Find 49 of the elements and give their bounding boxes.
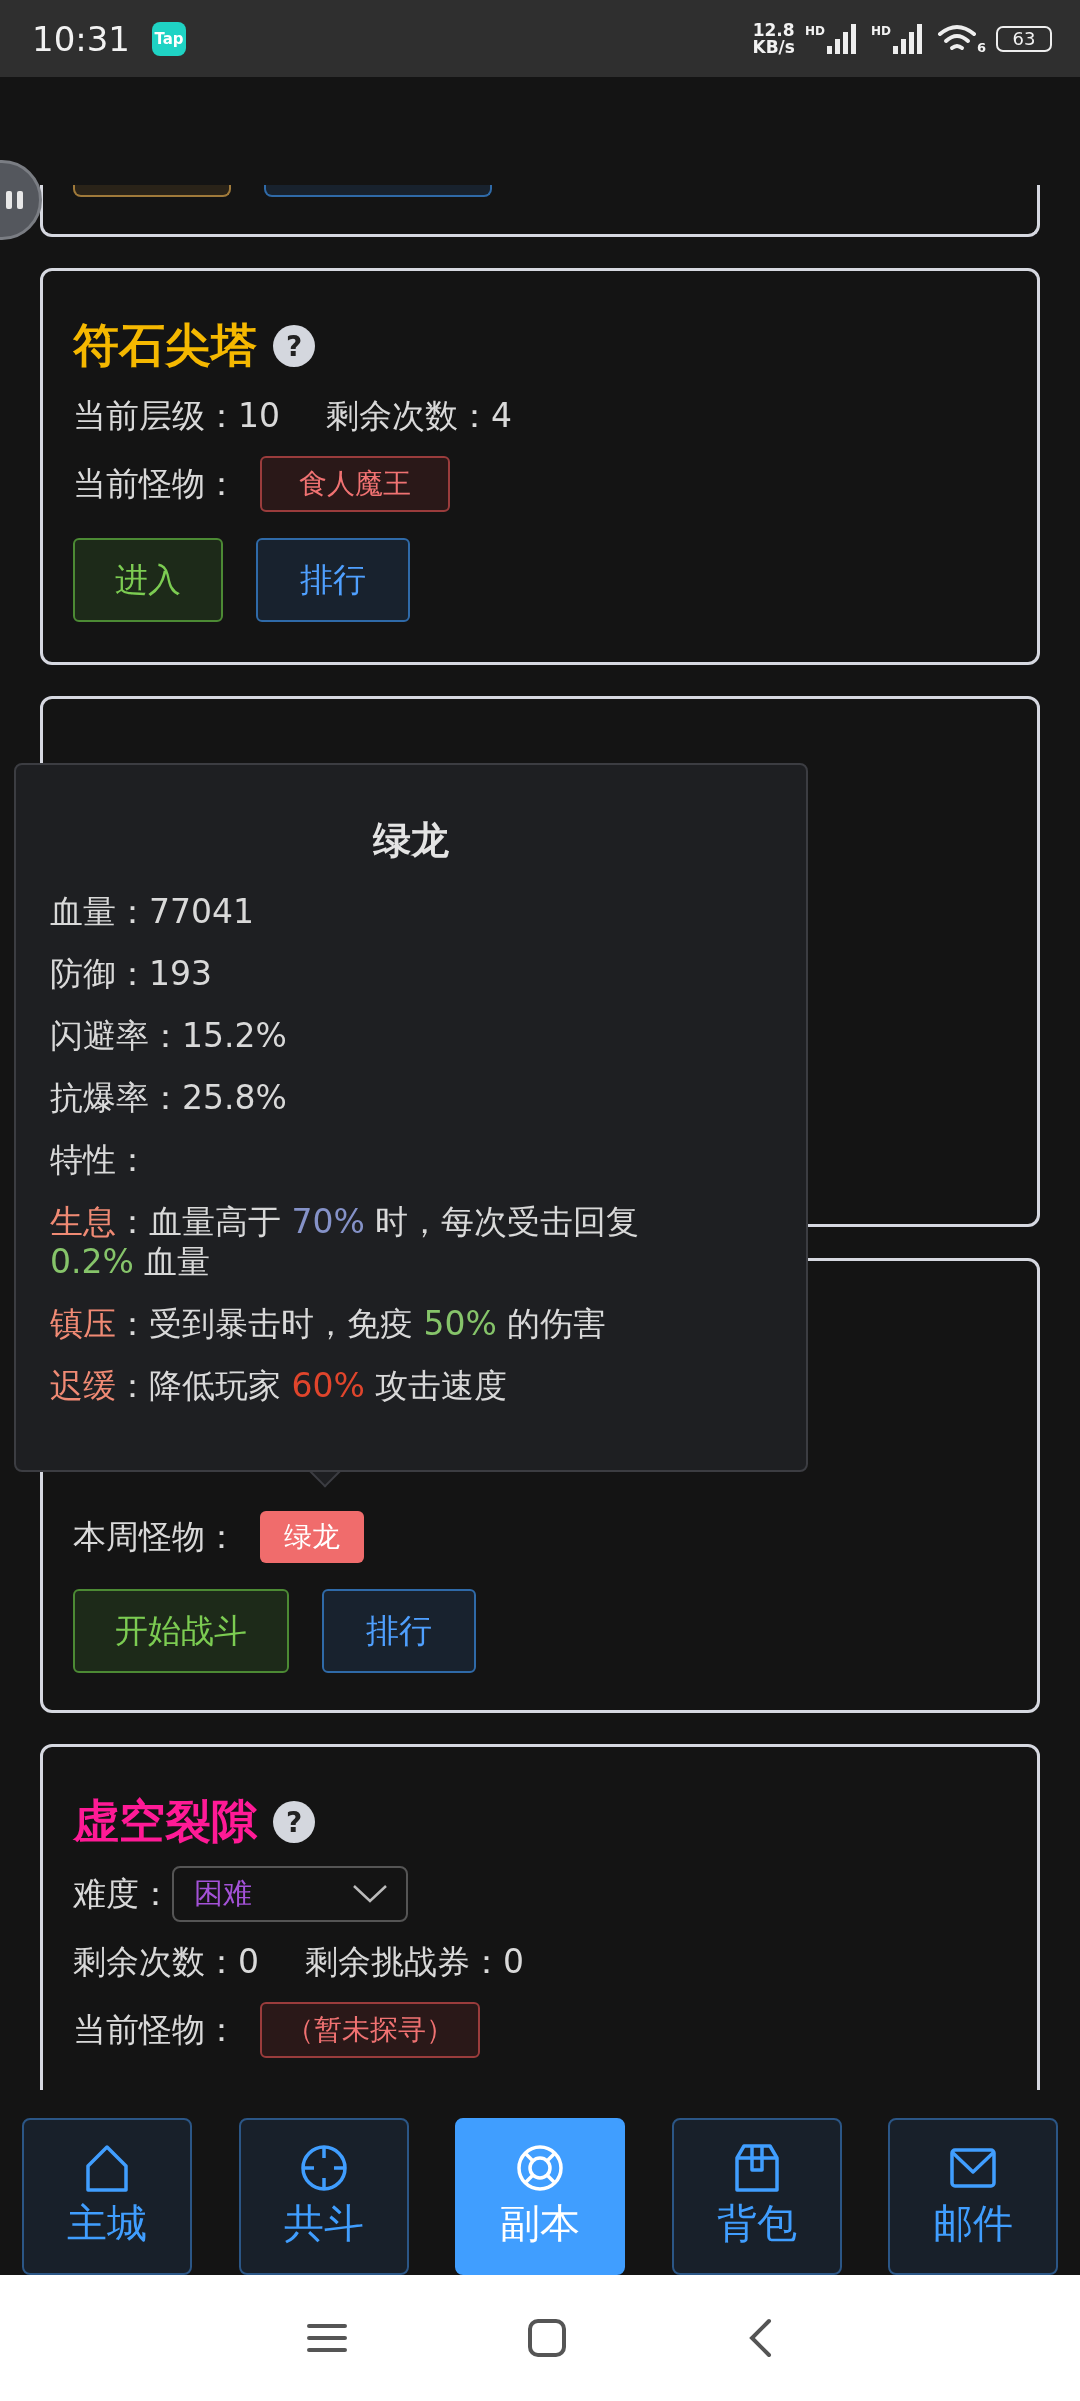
help-icon[interactable]: ? xyxy=(273,325,315,367)
nav-tab[interactable]: 邮件 xyxy=(888,2118,1058,2275)
tooltip-title: 绿龙 xyxy=(372,817,450,864)
info-text: 剩余挑战券：0 xyxy=(305,1940,524,1983)
difficulty-dropdown[interactable]: 困难 xyxy=(172,1866,408,1922)
action-button[interactable]: 开始战斗 xyxy=(73,1589,289,1673)
info-text: 剩余次数：4 xyxy=(326,394,512,437)
field-label: 本周怪物： xyxy=(73,1515,238,1558)
nav-tab[interactable]: 背包 xyxy=(671,2118,842,2275)
network-type: HD xyxy=(804,23,825,38)
field-label: 当前怪物： xyxy=(73,462,238,505)
stat-text: 闪避率：15.2% xyxy=(50,1016,288,1056)
network-type: HD xyxy=(870,23,891,38)
info-text: 剩余次数：0 xyxy=(73,1940,259,1983)
battery-indicator: 63 xyxy=(996,25,1052,52)
home-button-icon xyxy=(527,2318,567,2358)
wifi-level: 6 xyxy=(976,39,986,55)
trait-text: 迟缓：降低玩家 60% 攻击速度 xyxy=(50,1366,509,1406)
help-icon[interactable]: ? xyxy=(273,1801,315,1843)
chevron-down-icon xyxy=(352,1884,388,1904)
stat-text: 血量：77041 xyxy=(50,892,255,932)
nav-tab[interactable]: 共斗 xyxy=(238,2118,409,2275)
ranking-button[interactable]: 排行 xyxy=(322,1589,476,1673)
stat-text: 防御：193 xyxy=(50,954,213,994)
trait-text: 生息：血量高于 70% 时，每次受击回复 0.2% 血量 xyxy=(50,1202,641,1282)
app-icon: Tap xyxy=(152,21,186,56)
button-edge[interactable] xyxy=(264,185,492,197)
action-button[interactable]: 进入 xyxy=(73,538,223,622)
button-edge[interactable] xyxy=(73,185,231,197)
info-text: 当前层级：10 xyxy=(73,394,280,437)
field-label: 当前怪物： xyxy=(73,2008,238,2051)
nav-tab[interactable]: 主城 xyxy=(22,2118,192,2275)
trait-text: 镇压：受到暴击时，免疫 50% 的伤害 xyxy=(50,1304,608,1344)
monster-tag[interactable]: 食人魔王 xyxy=(260,456,450,512)
monster-tag[interactable]: 绿龙 xyxy=(260,1511,364,1563)
stat-text: 抗爆率：25.8% xyxy=(50,1078,288,1118)
card-title: 虚空裂隙 xyxy=(73,1793,257,1850)
ranking-button[interactable]: 排行 xyxy=(256,538,410,622)
clock: 10:31 xyxy=(32,18,130,59)
card-title: 符石尖塔 xyxy=(73,317,257,374)
monster-tag[interactable]: （暂未探寻） xyxy=(260,2002,480,2058)
menu-icon xyxy=(307,2323,347,2353)
stat-text: 特性： xyxy=(50,1140,150,1180)
lifebuoy-icon xyxy=(515,2142,565,2194)
network-speed: 12.8 xyxy=(752,21,795,39)
back-icon xyxy=(747,2318,773,2358)
field-label: 难度： xyxy=(73,1872,172,1915)
crosshair-icon xyxy=(298,2142,349,2194)
network-speed: KB/s xyxy=(752,38,795,56)
